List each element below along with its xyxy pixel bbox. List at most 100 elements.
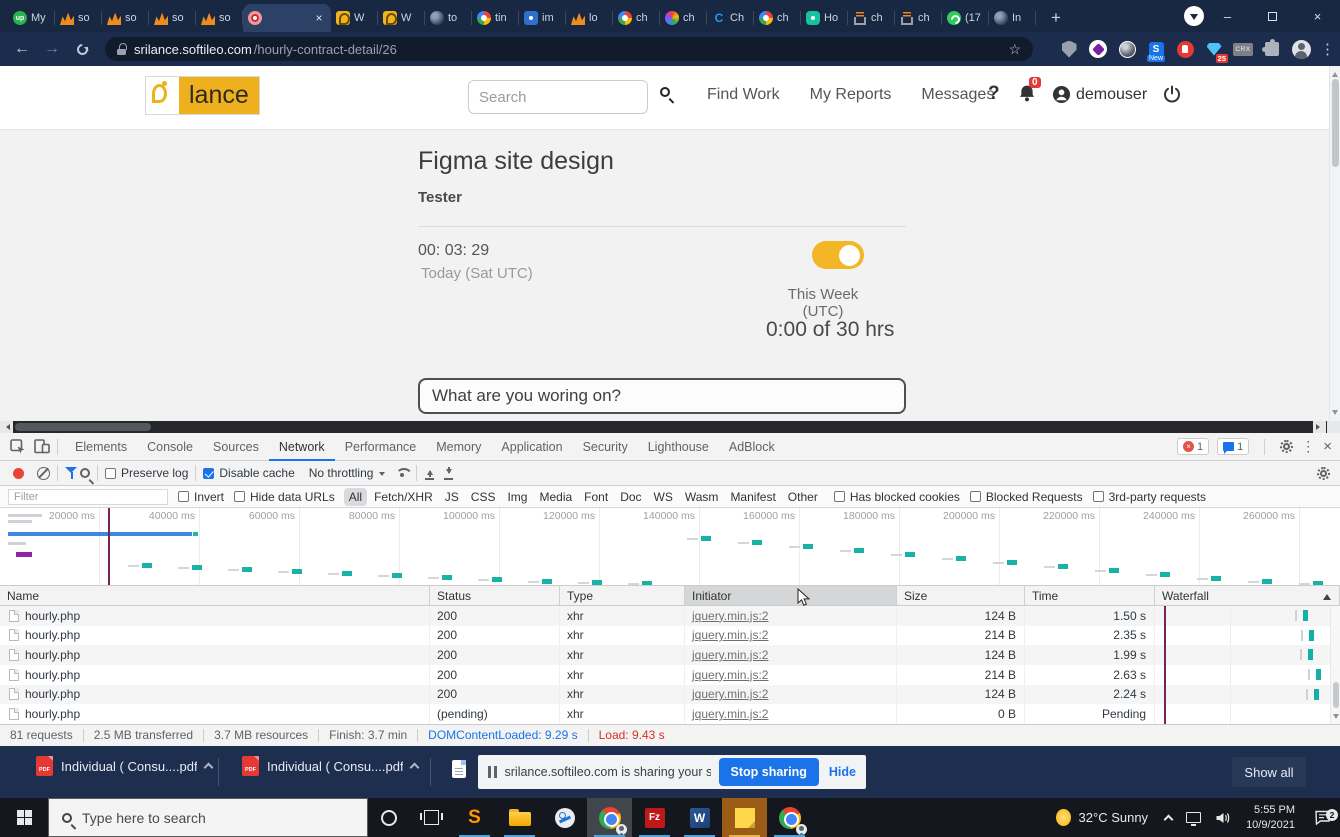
- browser-tab[interactable]: In ×: [989, 4, 1036, 32]
- devtools-tab[interactable]: Console: [137, 433, 203, 461]
- browser-menu-button[interactable]: ⋮: [1320, 40, 1334, 58]
- column-header-time[interactable]: Time: [1025, 586, 1155, 605]
- browser-tab[interactable]: W ×: [331, 4, 378, 32]
- browser-tab[interactable]: Ch ×: [707, 4, 754, 32]
- network-request-row[interactable]: hourly.php 200 xhr jquery.min.js:2 124 B…: [0, 645, 1340, 665]
- network-request-row[interactable]: hourly.php 200 xhr jquery.min.js:2 214 B…: [0, 665, 1340, 685]
- request-initiator-link[interactable]: jquery.min.js:2: [685, 645, 897, 665]
- request-type-filter[interactable]: Font: [579, 488, 613, 506]
- sort-ascending-icon[interactable]: [1323, 590, 1331, 600]
- request-type-filter[interactable]: Other: [783, 488, 823, 506]
- network-overview-timeline[interactable]: 20000 ms40000 ms60000 ms80000 ms100000 m…: [0, 508, 1340, 586]
- download-item[interactable]: Individual ( Consu....pdf: [36, 756, 212, 776]
- browser-tab[interactable]: lo ×: [566, 4, 613, 32]
- weather-widget[interactable]: 32°C Sunny: [1046, 809, 1159, 826]
- notifications-button[interactable]: 0: [1018, 84, 1036, 108]
- user-menu[interactable]: demouser: [1052, 85, 1147, 104]
- new-tab-button[interactable]: +: [1042, 4, 1070, 32]
- extension-button[interactable]: [1175, 39, 1195, 59]
- clear-button[interactable]: [37, 467, 50, 480]
- taskbar-app[interactable]: [542, 798, 587, 837]
- scroll-right-icon[interactable]: [1313, 421, 1326, 433]
- window-maximize-button[interactable]: [1250, 0, 1295, 32]
- request-type-filter[interactable]: Wasm: [680, 488, 724, 506]
- start-button[interactable]: [0, 798, 48, 837]
- devtools-tab[interactable]: Lighthouse: [638, 433, 719, 461]
- extension-button[interactable]: [1088, 39, 1108, 59]
- extension-button[interactable]: [1291, 39, 1311, 59]
- column-header-waterfall[interactable]: Waterfall: [1155, 586, 1340, 605]
- inspect-element-button[interactable]: [10, 439, 26, 455]
- network-conditions-icon[interactable]: [395, 468, 409, 479]
- search-icon[interactable]: [660, 87, 670, 97]
- network-request-row[interactable]: hourly.php 200 xhr jquery.min.js:2 124 B…: [0, 606, 1340, 626]
- network-settings-icon[interactable]: [1317, 467, 1330, 480]
- forward-button[interactable]: →: [38, 32, 66, 66]
- download-menu-chevron-icon[interactable]: [204, 763, 214, 773]
- browser-tab[interactable]: so ×: [102, 4, 149, 32]
- export-har-icon[interactable]: [443, 467, 454, 480]
- extension-button[interactable]: CRX: [1233, 39, 1253, 59]
- request-type-filter[interactable]: CSS: [466, 488, 501, 506]
- taskbar-app[interactable]: [452, 798, 497, 837]
- browser-tab[interactable]: W ×: [378, 4, 425, 32]
- network-request-row[interactable]: hourly.php (pending) xhr jquery.min.js:2…: [0, 704, 1340, 724]
- taskbar-clock[interactable]: 5:55 PM 10/9/2021: [1237, 803, 1304, 833]
- cortana-button[interactable]: [368, 798, 410, 837]
- console-messages-badge[interactable]: 1: [1217, 438, 1249, 455]
- browser-tab[interactable]: im ×: [519, 4, 566, 32]
- scroll-left-icon[interactable]: [0, 421, 13, 433]
- devtools-tab[interactable]: Elements: [65, 433, 137, 461]
- request-initiator-link[interactable]: jquery.min.js:2: [685, 665, 897, 685]
- taskbar-app[interactable]: [587, 798, 632, 837]
- hide-sharing-button[interactable]: Hide: [829, 765, 856, 779]
- devtools-tab[interactable]: Performance: [335, 433, 427, 461]
- extension-button[interactable]: [1262, 39, 1282, 59]
- request-type-filter[interactable]: Doc: [615, 488, 646, 506]
- taskbar-app[interactable]: [767, 798, 812, 837]
- devtools-settings-icon[interactable]: [1280, 440, 1293, 453]
- devtools-tab[interactable]: Security: [573, 433, 638, 461]
- volume-button[interactable]: [1208, 811, 1237, 825]
- hscrollbar-thumb[interactable]: [15, 423, 151, 431]
- taskbar-app[interactable]: [677, 798, 722, 837]
- browser-tab[interactable]: ch ×: [895, 4, 942, 32]
- browser-tab[interactable]: ch ×: [613, 4, 660, 32]
- download-item[interactable]: Individual ( Consu....pdf: [242, 756, 418, 776]
- filter-input[interactable]: [8, 489, 168, 505]
- browser-tab[interactable]: tin ×: [472, 4, 519, 32]
- scroll-down-icon[interactable]: [1332, 410, 1338, 418]
- browser-tab[interactable]: ch ×: [660, 4, 707, 32]
- table-scrollbar-thumb[interactable]: [1333, 682, 1339, 708]
- timer-toggle[interactable]: [812, 241, 864, 269]
- stop-sharing-button[interactable]: Stop sharing: [719, 758, 819, 786]
- filter-toggle-icon[interactable]: [65, 467, 78, 479]
- devtools-tab[interactable]: AdBlock: [719, 433, 785, 461]
- extension-button[interactable]: New: [1146, 39, 1166, 59]
- search-requests-icon[interactable]: [80, 468, 90, 478]
- page-scrollbar[interactable]: [1329, 66, 1340, 421]
- disable-cache-checkbox[interactable]: [203, 468, 214, 479]
- browser-tab[interactable]: (17 ×: [942, 4, 989, 32]
- extension-button[interactable]: [1117, 39, 1137, 59]
- request-initiator-link[interactable]: jquery.min.js:2: [685, 606, 897, 626]
- media-controls-button[interactable]: [1184, 6, 1204, 26]
- request-type-filter[interactable]: All: [344, 488, 367, 506]
- browser-tab[interactable]: ×: [243, 4, 331, 32]
- invert-checkbox[interactable]: [178, 491, 189, 502]
- scroll-up-icon[interactable]: [1332, 69, 1338, 77]
- extension-button[interactable]: [1059, 39, 1079, 59]
- column-header-status[interactable]: Status: [430, 586, 560, 605]
- tray-expand-button[interactable]: [1158, 813, 1179, 823]
- browser-tab[interactable]: ch ×: [754, 4, 801, 32]
- throttling-select[interactable]: No throttling: [309, 466, 374, 480]
- taskbar-app[interactable]: [497, 798, 542, 837]
- table-scroll-down-icon[interactable]: [1333, 714, 1339, 722]
- address-bar[interactable]: srilance.softileo.com /hourly-contract-d…: [105, 37, 1033, 61]
- request-type-filter[interactable]: WS: [649, 488, 678, 506]
- filter-check[interactable]: Has blocked cookies: [834, 490, 960, 504]
- network-request-row[interactable]: hourly.php 200 xhr jquery.min.js:2 214 B…: [0, 626, 1340, 646]
- request-initiator-link[interactable]: jquery.min.js:2: [685, 685, 897, 705]
- site-nav-link[interactable]: Messages: [921, 86, 994, 104]
- request-initiator-link[interactable]: jquery.min.js:2: [685, 704, 897, 724]
